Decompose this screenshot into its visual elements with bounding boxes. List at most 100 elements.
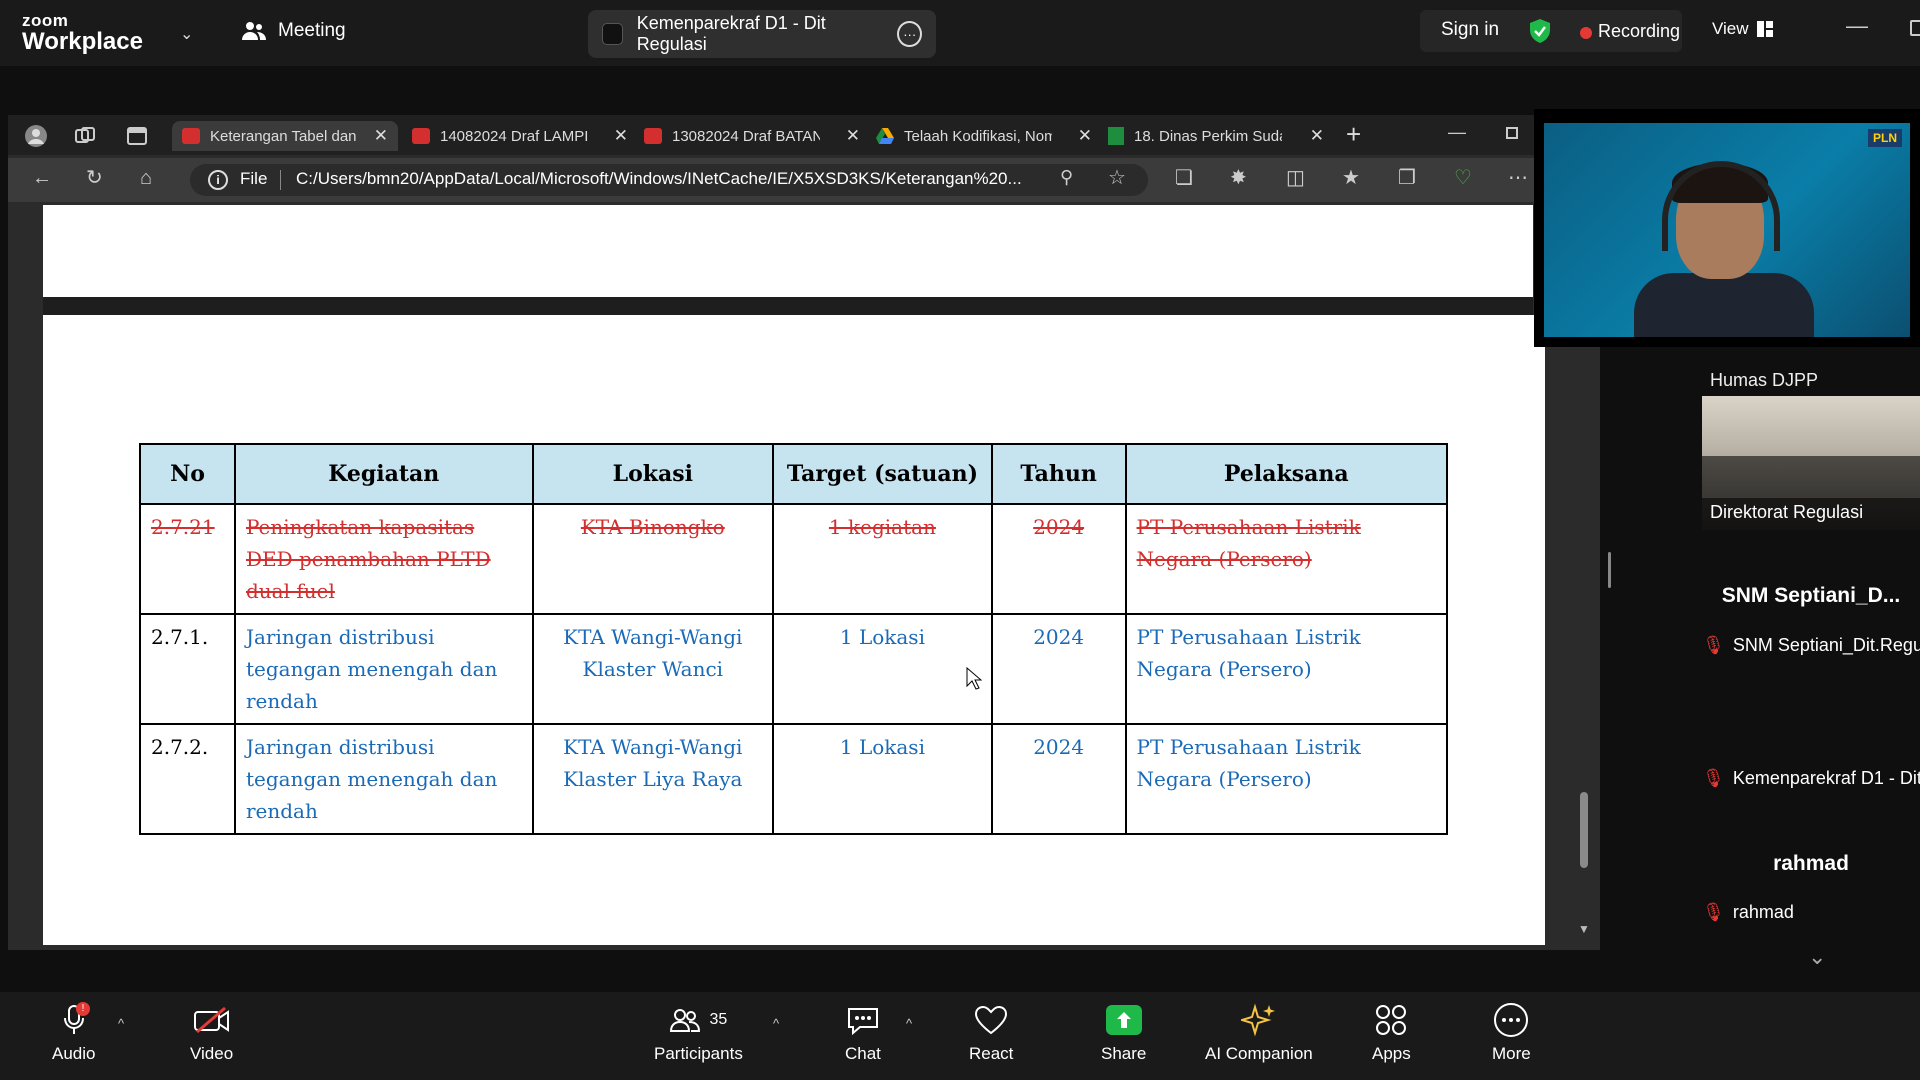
more-options-icon[interactable]: ··· bbox=[897, 21, 922, 47]
cell-tahun: 2024 bbox=[990, 503, 1127, 615]
cell-lokasi: KTA Wangi-Wangi Klaster Wanci bbox=[531, 613, 775, 725]
scrollbar-track[interactable] bbox=[1550, 315, 1598, 945]
recording-label[interactable]: Recording bbox=[1598, 21, 1680, 42]
profile-icon[interactable] bbox=[24, 124, 48, 148]
extensions-icon[interactable]: ✸ bbox=[1230, 168, 1247, 188]
participant-tile[interactable]: SNM Septiani_D... bbox=[1702, 584, 1920, 608]
tab-dinas-perkim[interactable]: 18. Dinas Perkim Sudah ✕ bbox=[1108, 121, 1324, 151]
chat-label: Chat bbox=[845, 1044, 881, 1063]
close-tab-icon[interactable]: ✕ bbox=[614, 126, 628, 146]
tab-keterangan[interactable]: Keterangan Tabel dan P ✕ bbox=[172, 121, 398, 151]
close-tab-icon[interactable]: ✕ bbox=[1078, 126, 1092, 146]
recording-dot-icon bbox=[1580, 27, 1592, 39]
tab-draf-lampiran[interactable]: 14082024 Draf LAMPIR ✕ bbox=[412, 121, 628, 151]
mic-muted-icon: 🎙 bbox=[1702, 902, 1725, 922]
cell-no: 2.7.21 bbox=[139, 503, 236, 615]
sign-in-button[interactable]: Sign in bbox=[1441, 19, 1499, 41]
alert-badge: ! bbox=[76, 1002, 90, 1016]
participant-name: rahmad bbox=[1732, 902, 1794, 922]
participants-options-caret-icon[interactable]: ^ bbox=[773, 1016, 779, 1031]
share-label: Share bbox=[1101, 1044, 1147, 1063]
share-button[interactable]: Share bbox=[1101, 1002, 1146, 1064]
chat-icon bbox=[847, 1008, 878, 1035]
favorite-star-icon[interactable]: ☆ bbox=[1108, 168, 1126, 188]
video-button[interactable]: Video bbox=[190, 1002, 233, 1064]
new-tab-icon[interactable]: + bbox=[1346, 121, 1361, 147]
cell-tahun: 2024 bbox=[990, 723, 1127, 835]
participants-button[interactable]: 35 Participants bbox=[654, 1002, 743, 1064]
cell-pelaksana: PT Perusahaan Listrik Negara (Persero) bbox=[1124, 503, 1449, 615]
tab-draf-batang[interactable]: 13082024 Draf BATANG ✕ bbox=[644, 121, 860, 151]
maximize-icon[interactable] bbox=[1910, 20, 1920, 36]
cell-lokasi: KTA Wangi-Wangi Klaster Liya Raya bbox=[531, 723, 775, 835]
audio-options-caret-icon[interactable]: ^ bbox=[118, 1016, 124, 1031]
panel-resize-handle[interactable] bbox=[1608, 552, 1611, 588]
grid-view-icon bbox=[1756, 21, 1773, 37]
participant-display-name: rahmad bbox=[1773, 852, 1849, 875]
browser-restore-icon[interactable] bbox=[1506, 127, 1518, 139]
settings-more-icon[interactable]: ⋯ bbox=[1508, 168, 1528, 188]
pln-logo: PLN bbox=[1868, 129, 1902, 147]
more-button[interactable]: More bbox=[1492, 1002, 1531, 1064]
vertical-tabs-icon[interactable] bbox=[127, 126, 147, 146]
cell-target: 1 Lokasi bbox=[772, 723, 993, 835]
home-icon[interactable]: ⌂ bbox=[140, 168, 152, 188]
shield-check-icon[interactable] bbox=[1529, 18, 1551, 44]
info-icon[interactable]: i bbox=[208, 170, 228, 190]
tab-title: Keterangan Tabel dan P bbox=[210, 127, 358, 145]
participant-count: 35 bbox=[709, 1011, 728, 1028]
screen-share-icon bbox=[602, 23, 623, 45]
zoom-search-icon[interactable]: ⚲ bbox=[1060, 168, 1073, 186]
split-screen-icon[interactable]: ◫ bbox=[1286, 168, 1305, 188]
react-button[interactable]: React bbox=[969, 1002, 1013, 1064]
refresh-icon[interactable]: ↻ bbox=[86, 168, 103, 188]
back-icon[interactable]: ← bbox=[32, 168, 52, 188]
active-speaker-video[interactable]: PLN bbox=[1534, 109, 1920, 347]
page-gap bbox=[43, 297, 1533, 315]
workspaces-icon[interactable] bbox=[74, 126, 96, 146]
close-tab-icon[interactable]: ✕ bbox=[1310, 126, 1324, 146]
chevron-down-icon[interactable]: ⌄ bbox=[180, 24, 193, 44]
cell-no: 2.7.2. bbox=[139, 723, 236, 835]
meeting-controls bbox=[0, 992, 1920, 1080]
browser-essentials-icon[interactable]: ♡ bbox=[1454, 168, 1472, 188]
cell-pelaksana: PT Perusahaan Listrik Negara (Persero) bbox=[1124, 613, 1449, 725]
browser-minimize-icon[interactable]: — bbox=[1448, 122, 1466, 143]
participant-tile[interactable]: rahmad bbox=[1702, 852, 1920, 876]
view-button[interactable]: View bbox=[1712, 19, 1773, 39]
scrollbar-thumb[interactable] bbox=[1580, 792, 1588, 868]
scroll-down-icon[interactable]: ▼ bbox=[1578, 922, 1590, 936]
document-page-top bbox=[43, 205, 1533, 297]
chevron-down-icon[interactable]: ⌄ bbox=[1808, 944, 1826, 970]
participant-name-row: 🎙 SNM Septiani_Dit.Regulasi bbox=[1702, 635, 1920, 656]
more-label: More bbox=[1492, 1044, 1531, 1063]
cell-tahun: 2024 bbox=[990, 613, 1127, 725]
participant-name-row[interactable]: 🎙 Kemenparekraf D1 - Dit Regulasi bbox=[1702, 768, 1920, 789]
tab-title: 18. Dinas Perkim Sudah bbox=[1134, 127, 1282, 145]
ai-companion-label: AI Companion bbox=[1205, 1044, 1313, 1063]
ai-companion-button[interactable]: AI Companion bbox=[1205, 1002, 1313, 1064]
share-screen-icon bbox=[1105, 1005, 1142, 1035]
tab-actions-icon[interactable]: ❐ bbox=[1398, 168, 1416, 188]
react-label: React bbox=[969, 1044, 1014, 1063]
sparkle-icon bbox=[1240, 1003, 1275, 1037]
collections-icon[interactable]: ❏ bbox=[1175, 168, 1193, 188]
close-tab-icon[interactable]: ✕ bbox=[374, 126, 388, 146]
meeting-title-text: Kemenparekraf D1 - Dit Regulasi bbox=[636, 13, 826, 54]
address-url[interactable]: C:/Users/bmn20/AppData/Local/Microsoft/W… bbox=[296, 169, 1022, 189]
tab-telaah-kodifikasi[interactable]: Telaah Kodifikasi, Nome ✕ bbox=[876, 121, 1092, 151]
meeting-button[interactable]: Meeting bbox=[242, 20, 346, 42]
video-feed: PLN bbox=[1544, 123, 1910, 337]
favorites-icon[interactable]: ★ bbox=[1342, 168, 1360, 188]
header-lokasi: Lokasi bbox=[531, 443, 775, 505]
participant-label: Direktorat Regulasi bbox=[1702, 498, 1920, 530]
cell-pelaksana: PT Perusahaan Listrik Negara (Persero) bbox=[1124, 723, 1449, 835]
chat-options-caret-icon[interactable]: ^ bbox=[906, 1016, 912, 1031]
close-tab-icon[interactable]: ✕ bbox=[846, 126, 860, 146]
minimize-icon[interactable]: — bbox=[1846, 13, 1868, 39]
chat-button[interactable]: Chat bbox=[845, 1002, 881, 1064]
apps-button[interactable]: Apps bbox=[1372, 1002, 1411, 1064]
apps-icon bbox=[1376, 1005, 1407, 1035]
meeting-title-pill[interactable]: Kemenparekraf D1 - Dit Regulasi ··· bbox=[588, 10, 936, 58]
participant-name: Kemenparekraf D1 - Dit Regulasi bbox=[1732, 768, 1920, 788]
